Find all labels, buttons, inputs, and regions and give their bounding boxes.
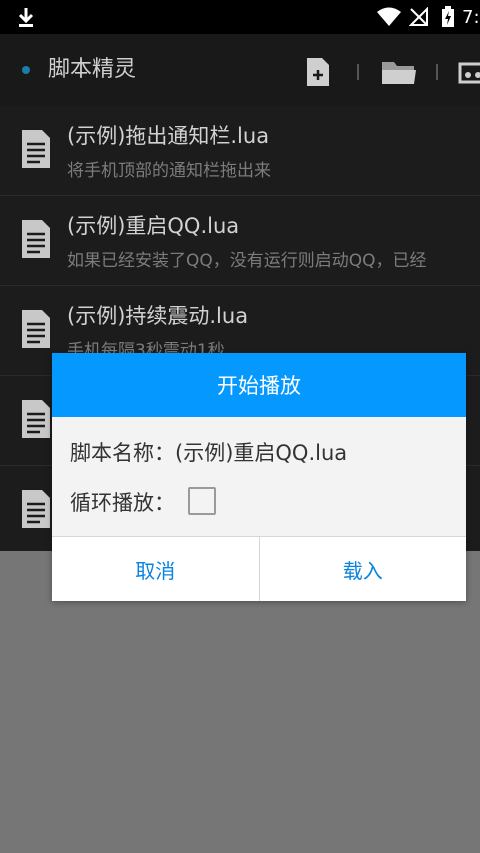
- record-button[interactable]: [458, 52, 480, 92]
- clock: 7:: [462, 6, 480, 28]
- open-folder-button[interactable]: [378, 52, 420, 92]
- script-name: (示例)拖出通知栏.lua: [67, 124, 270, 148]
- wifi-icon: [374, 0, 404, 34]
- script-name-label: 脚本名称：(示例)重启QQ.lua: [70, 441, 348, 465]
- cancel-button[interactable]: 取消: [52, 537, 259, 601]
- list-item[interactable]: (示例)重启QQ.lua 如果已经安装了QQ，没有运行则启动QQ，已经: [0, 196, 480, 286]
- play-dialog: 开始播放 脚本名称：(示例)重启QQ.lua 循环播放： 取消 载入: [52, 353, 466, 601]
- no-signal-icon: [406, 0, 432, 34]
- status-bar: 7:: [0, 0, 480, 34]
- script-description: 将手机顶部的通知栏拖出来: [67, 161, 271, 181]
- dialog-buttons: 取消 载入: [52, 536, 466, 601]
- document-icon: [22, 400, 50, 438]
- document-icon: [22, 220, 50, 258]
- app-logo-dot: [22, 66, 30, 74]
- document-icon: [22, 490, 50, 528]
- loop-play-label: 循环播放：: [70, 491, 175, 515]
- script-name: (示例)重启QQ.lua: [67, 214, 240, 238]
- divider: [357, 64, 359, 80]
- list-item[interactable]: (示例)拖出通知栏.lua 将手机顶部的通知栏拖出来: [0, 106, 480, 196]
- app-bar: 脚本精灵: [0, 34, 480, 106]
- divider: [436, 64, 438, 80]
- download-icon: [14, 0, 38, 34]
- new-file-button[interactable]: [302, 52, 334, 92]
- dialog-title: 开始播放: [52, 353, 466, 417]
- script-description: 如果已经安装了QQ，没有运行则启动QQ，已经: [67, 251, 427, 271]
- document-icon: [22, 310, 50, 348]
- app-title: 脚本精灵: [48, 57, 137, 82]
- script-name: (示例)持续震动.lua: [67, 304, 249, 328]
- document-icon: [22, 130, 50, 168]
- battery-charging-icon: [438, 0, 458, 34]
- loop-checkbox[interactable]: [188, 487, 216, 515]
- load-button[interactable]: 载入: [258, 537, 467, 601]
